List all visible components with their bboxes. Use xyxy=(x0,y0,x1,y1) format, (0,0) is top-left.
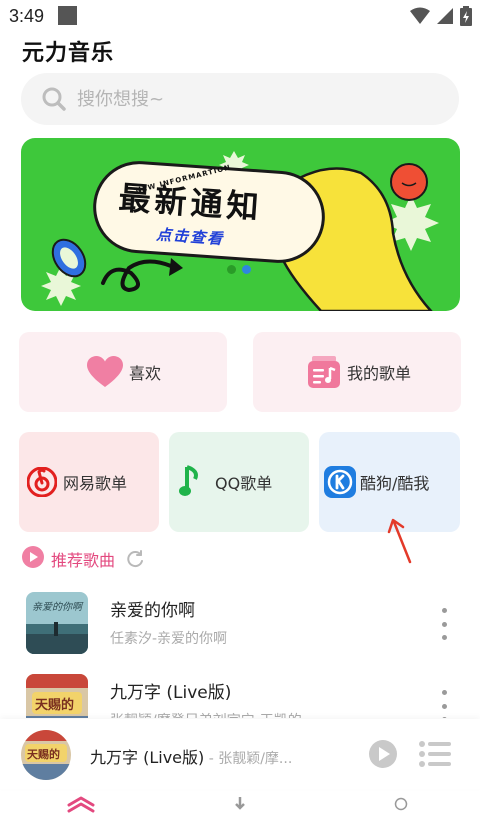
playlist-queue-icon[interactable] xyxy=(419,740,451,772)
section-title: 推荐歌曲 xyxy=(51,551,116,570)
bottom-navigation xyxy=(0,789,480,813)
status-bar: 3:49 xyxy=(0,0,480,32)
like-button[interactable]: 喜欢 xyxy=(19,332,227,412)
svg-text:亲爱的你啊: 亲爱的你啊 xyxy=(32,601,84,613)
search-bar[interactable] xyxy=(21,73,459,125)
my-playlist-label: 我的歌单 xyxy=(347,364,412,383)
like-label: 喜欢 xyxy=(129,364,162,383)
netease-label: 网易歌单 xyxy=(63,474,128,493)
banner-pagination xyxy=(227,265,251,274)
song-subtitle: 张靓颖/摩登兄弟刘宇宁-王凯的... xyxy=(110,710,315,718)
svg-text:天赐的: 天赐的 xyxy=(35,697,74,713)
more-options-icon[interactable] xyxy=(436,608,452,640)
wifi-icon xyxy=(410,7,430,24)
qq-label: QQ歌单 xyxy=(215,474,273,493)
song-list: 亲爱的你啊 亲爱的你啊 任素汐-亲爱的你啊 天赐的 九万字 (Live版) 张靓… xyxy=(0,590,480,718)
search-input[interactable] xyxy=(77,73,437,125)
netease-music-icon xyxy=(27,467,57,497)
qq-music-icon xyxy=(179,465,201,499)
playlist-icon xyxy=(307,355,341,389)
annotation-arrow-icon xyxy=(387,518,412,564)
nav-download-icon[interactable] xyxy=(233,795,247,813)
song-list-item[interactable]: 亲爱的你啊 亲爱的你啊 任素汐-亲爱的你啊 xyxy=(0,592,480,664)
banner-title: 最新通知 xyxy=(117,178,264,227)
play-button[interactable] xyxy=(368,739,398,773)
status-time: 3:49 xyxy=(9,6,45,26)
search-icon xyxy=(41,86,67,116)
kugou-icon xyxy=(324,466,356,498)
signal-icon xyxy=(437,8,453,24)
banner-dot[interactable] xyxy=(227,265,236,274)
banner-subtitle: 点击查看 xyxy=(155,225,225,249)
kugou-label: 酷狗/酷我 xyxy=(360,474,430,493)
banner-dot-active[interactable] xyxy=(242,265,251,274)
player-title: 九万字 (Live版) xyxy=(90,748,205,767)
player-track: 九万字 (Live版) - 张靓颖/摩... xyxy=(90,744,292,768)
album-cover: 亲爱的你啊 xyxy=(26,592,88,654)
app-title: 元力音乐 xyxy=(22,41,115,66)
qq-playlist-button[interactable]: QQ歌单 xyxy=(169,432,309,532)
notification-icon xyxy=(58,6,77,25)
play-circle-icon[interactable] xyxy=(21,545,45,573)
more-options-icon[interactable] xyxy=(436,690,452,718)
mini-player[interactable]: 天赐的 九万字 (Live版) - 张靓颖/摩... xyxy=(0,719,480,789)
song-subtitle: 任素汐-亲爱的你啊 xyxy=(110,631,228,647)
player-cover: 天赐的 xyxy=(21,730,71,780)
album-cover: 天赐的 xyxy=(26,674,88,718)
refresh-icon[interactable] xyxy=(125,549,145,569)
heart-icon xyxy=(87,356,123,388)
netease-playlist-button[interactable]: 网易歌单 xyxy=(19,432,159,532)
song-list-item[interactable]: 天赐的 九万字 (Live版) 张靓颖/摩登兄弟刘宇宁-王凯的... xyxy=(0,674,480,718)
battery-icon xyxy=(460,6,472,26)
song-title: 亲爱的你啊 xyxy=(110,601,195,621)
song-title: 九万字 (Live版) xyxy=(110,683,232,703)
player-artist: - 张靓颖/摩... xyxy=(204,751,293,767)
status-icons xyxy=(410,6,472,26)
my-playlist-button[interactable]: 我的歌单 xyxy=(253,332,461,412)
banner-notice-card: NEW INFORMARTION 最新通知 点击查看 xyxy=(90,158,328,266)
banner-carousel[interactable]: NEW INFORMARTION 最新通知 点击查看 xyxy=(21,138,460,311)
nav-home-icon[interactable] xyxy=(67,795,95,813)
svg-text:天赐的: 天赐的 xyxy=(27,747,60,761)
recommended-section-header: 推荐歌曲 xyxy=(21,545,145,573)
nav-profile-icon[interactable] xyxy=(393,795,409,813)
